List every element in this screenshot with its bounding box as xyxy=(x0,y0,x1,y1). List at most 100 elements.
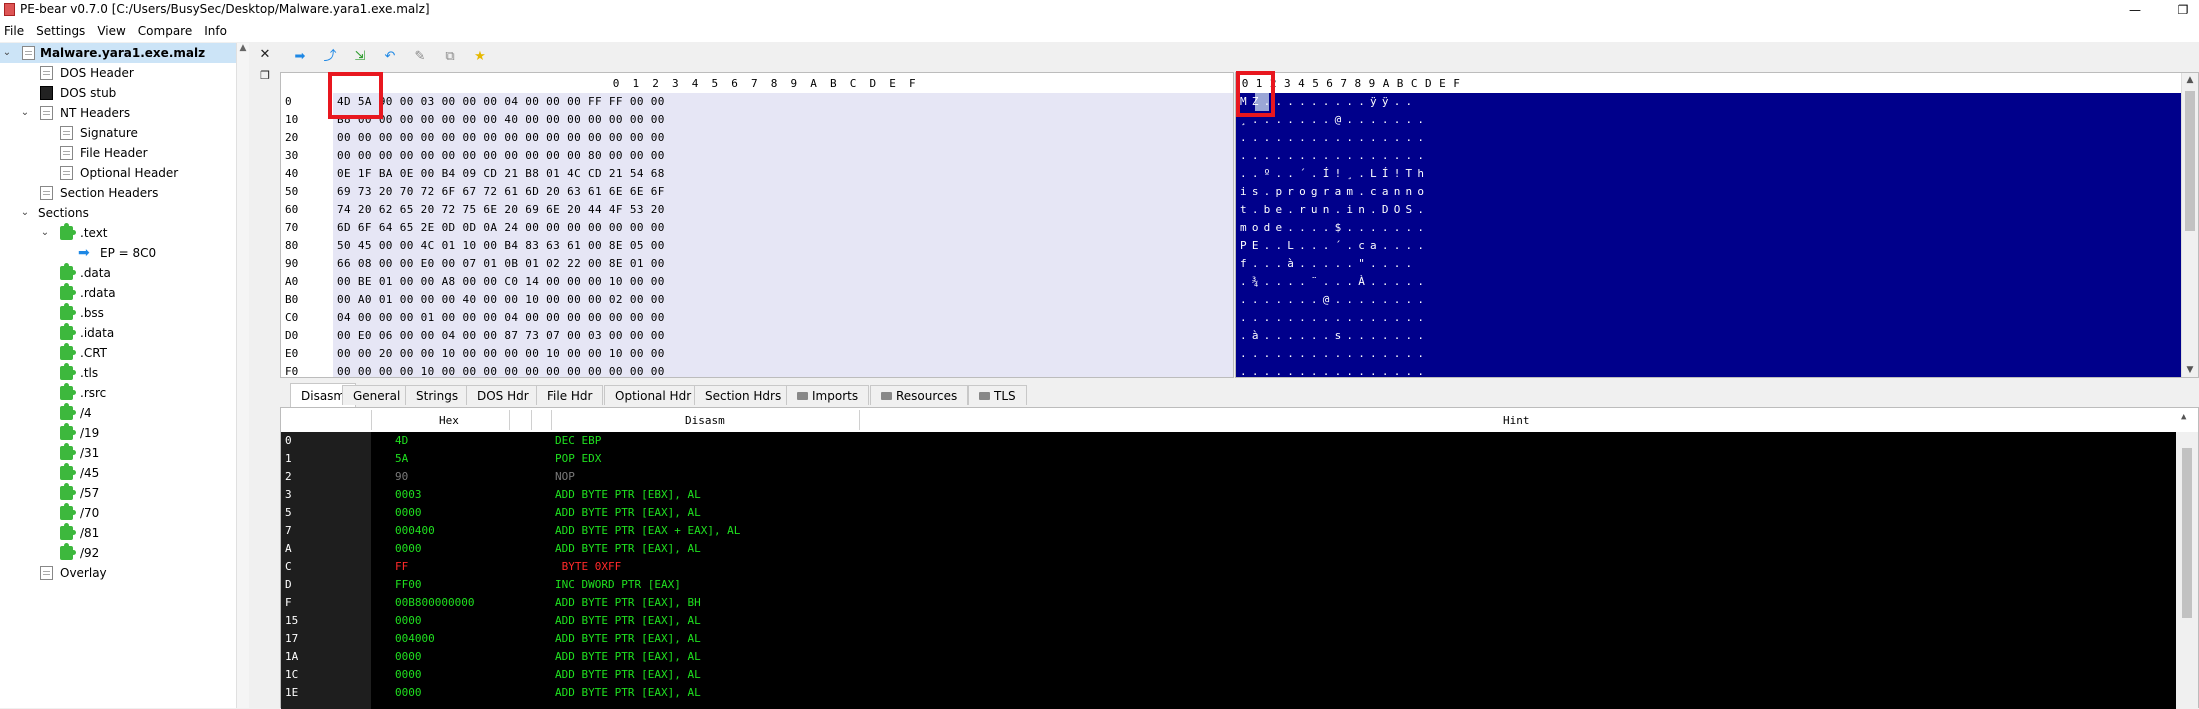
ascii-row[interactable]: ..º..´.Í!¸.LÍ!Th xyxy=(1240,165,1429,183)
disasm-row[interactable]: 1A 0000 ADD BYTE PTR [EAX], AL xyxy=(281,648,2176,666)
float-icon[interactable]: ❐ xyxy=(254,69,276,82)
hex-row-bytes[interactable]: 04 00 00 00 01 00 00 00 04 00 00 00 00 0… xyxy=(337,309,665,327)
disasm-row[interactable]: 7 000400 ADD BYTE PTR [EAX + EAX], AL xyxy=(281,522,2176,540)
tree-item-sections[interactable]: ⌄ Sections xyxy=(0,203,236,223)
tree-item-section-text[interactable]: ⌄ .text xyxy=(0,223,236,243)
ascii-view[interactable]: 0123456789ABCDEF MZ.........ÿÿ.. ¸.......… xyxy=(1235,72,2199,378)
disasm-row[interactable]: F 00B800000000 ADD BYTE PTR [EAX], BH xyxy=(281,594,2176,612)
ascii-row[interactable]: .à......s....... xyxy=(1240,327,1429,345)
disasm-row[interactable]: 3 0003 ADD BYTE PTR [EBX], AL xyxy=(281,486,2176,504)
tree-item-section[interactable]: /31 xyxy=(0,443,236,463)
tree-item-section[interactable]: /45 xyxy=(0,463,236,483)
goto-rva-icon[interactable]: ⇲ xyxy=(352,49,368,65)
goto-entry-icon[interactable]: ⤴ xyxy=(322,49,338,65)
ascii-row[interactable]: PE..L...´.ca.... xyxy=(1240,237,1429,255)
tree-item-section[interactable]: /19 xyxy=(0,423,236,443)
scroll-up-icon[interactable]: ▲ xyxy=(240,43,247,53)
hex-row-bytes[interactable]: 74 20 62 65 20 72 75 6E 20 69 6E 20 44 4… xyxy=(337,201,665,219)
tree-item-dos-stub[interactable]: DOS stub xyxy=(0,83,236,103)
disasm-row[interactable]: D FF00 INC DWORD PTR [EAX] xyxy=(281,576,2176,594)
scroll-thumb[interactable] xyxy=(2185,91,2195,231)
restore-button[interactable]: ❐ xyxy=(2168,0,2198,20)
undo-icon[interactable]: ↶ xyxy=(382,49,398,65)
menu-file[interactable]: File xyxy=(0,20,30,39)
hex-row-bytes[interactable]: 00 A0 01 00 00 00 40 00 00 10 00 00 00 0… xyxy=(337,291,665,309)
tab-general[interactable]: General xyxy=(342,385,412,405)
hex-row-bytes[interactable]: 0E 1F BA 0E 00 B4 09 CD 21 B8 01 4C CD 2… xyxy=(337,165,665,183)
chevron-down-icon[interactable]: ⌄ xyxy=(40,223,50,243)
hex-row-bytes[interactable]: 50 45 00 00 4C 01 10 00 B4 83 63 61 00 8… xyxy=(337,237,665,255)
ascii-row[interactable]: ................ xyxy=(1240,129,1429,147)
tree-item-section[interactable]: .rdata xyxy=(0,283,236,303)
disasm-row[interactable]: 17 004000 ADD BYTE PTR [EAX], AL xyxy=(281,630,2176,648)
ascii-row[interactable]: ................ xyxy=(1240,147,1429,165)
ascii-row[interactable]: .¾....¨...À..... xyxy=(1240,273,1429,291)
tree-item-section[interactable]: .CRT xyxy=(0,343,236,363)
tab-section-hdrs[interactable]: Section Hdrs xyxy=(694,385,793,405)
ascii-row[interactable]: ................ xyxy=(1240,345,1429,363)
tab-imports[interactable]: Imports xyxy=(786,385,870,405)
disasm-body[interactable]: 0 4D DEC EBP 1 5A POP EDX 2 90 NOP 3 0003 ADD BYTE … xyxy=(281,432,2176,709)
ascii-row[interactable]: t.be.run.in.DOS. xyxy=(1240,201,1429,219)
column-header-disasm[interactable]: Disasm xyxy=(685,414,725,427)
hex-row-bytes[interactable]: B8 00 00 00 00 00 00 00 40 00 00 00 00 0… xyxy=(337,111,665,129)
hex-row-bytes[interactable]: 00 00 00 00 10 00 00 00 00 00 00 00 00 0… xyxy=(337,363,665,377)
tree-item-section-headers[interactable]: Section Headers xyxy=(0,183,236,203)
tree-item-section[interactable]: /57 xyxy=(0,483,236,503)
tree-item-overlay[interactable]: Overlay xyxy=(0,563,236,583)
minimize-button[interactable]: — xyxy=(2120,0,2150,20)
hex-row-bytes[interactable]: 00 E0 06 00 00 04 00 00 87 73 07 00 03 0… xyxy=(337,327,665,345)
hex-row-bytes[interactable]: 66 08 00 00 E0 00 07 01 0B 01 02 22 00 8… xyxy=(337,255,665,273)
tree-root[interactable]: ⌄ Malware.yara1.exe.malz xyxy=(0,43,236,63)
tree-item-entry-point[interactable]: ➡ EP = 8C0 xyxy=(0,243,236,263)
scroll-up-icon[interactable]: ▲ xyxy=(2182,75,2198,85)
hex-row-bytes[interactable]: 00 BE 01 00 00 A8 00 00 C0 14 00 00 00 1… xyxy=(337,273,665,291)
disasm-row[interactable]: 0 4D DEC EBP xyxy=(281,432,2176,450)
tab-resources[interactable]: Resources xyxy=(870,385,969,405)
disasm-row[interactable]: 1E 0000 ADD BYTE PTR [EAX], AL xyxy=(281,684,2176,702)
ascii-row[interactable]: is.program.canno xyxy=(1240,183,1429,201)
tree-item-section[interactable]: /4 xyxy=(0,403,236,423)
ascii-row[interactable]: mode....$....... xyxy=(1240,219,1429,237)
hex-row-bytes[interactable]: 6D 6F 64 65 2E 0D 0D 0A 24 00 00 00 00 0… xyxy=(337,219,665,237)
chevron-down-icon[interactable]: ⌄ xyxy=(20,203,30,223)
tree-item-signature[interactable]: Signature xyxy=(0,123,236,143)
tree-item-optional-header[interactable]: Optional Header xyxy=(0,163,236,183)
ascii-row[interactable]: .......@........ xyxy=(1240,291,1429,309)
ascii-row[interactable]: f...à.....".... xyxy=(1240,255,1417,273)
menu-view[interactable]: View xyxy=(91,20,131,39)
tree-item-nt-headers[interactable]: ⌄ NT Headers xyxy=(0,103,236,123)
hex-row-bytes[interactable]: 00 00 00 00 00 00 00 00 00 00 00 00 80 0… xyxy=(337,147,665,165)
hex-row-bytes[interactable]: 69 73 20 70 72 6F 67 72 61 6D 20 63 61 6… xyxy=(337,183,665,201)
star-icon[interactable]: ★ xyxy=(472,49,488,65)
hex-view[interactable]: 0123456789ABCDEF 0 4D 5A 90 00 03 00 00 0… xyxy=(280,72,1234,378)
tab-strings[interactable]: Strings xyxy=(405,385,470,405)
tab-file-hdr[interactable]: File Hdr xyxy=(536,385,604,405)
tree-item-section[interactable]: .idata xyxy=(0,323,236,343)
ascii-row[interactable]: ................ xyxy=(1240,363,1429,377)
tree-item-section[interactable]: .rsrc xyxy=(0,383,236,403)
tree-item-section[interactable]: .bss xyxy=(0,303,236,323)
column-header-hint[interactable]: Hint xyxy=(1503,414,1530,427)
tab-tls[interactable]: TLS xyxy=(968,385,1027,405)
tree-item-dos-header[interactable]: DOS Header xyxy=(0,63,236,83)
tree-item-section[interactable]: /81 xyxy=(0,523,236,543)
tree-item-section[interactable]: /70 xyxy=(0,503,236,523)
menu-compare[interactable]: Compare xyxy=(132,20,198,39)
tree-scrollbar[interactable]: ▲ xyxy=(236,43,249,708)
tree-item-section[interactable]: .tls xyxy=(0,363,236,383)
menu-settings[interactable]: Settings xyxy=(30,20,91,39)
scroll-up-icon[interactable]: ▲ xyxy=(2181,412,2186,422)
disasm-row[interactable]: 5 0000 ADD BYTE PTR [EAX], AL xyxy=(281,504,2176,522)
disasm-row[interactable]: C FF BYTE 0XFF xyxy=(281,558,2176,576)
hex-row-bytes[interactable]: 00 00 20 00 00 10 00 00 00 00 10 00 00 1… xyxy=(337,345,665,363)
copy-icon[interactable]: ⧉ xyxy=(442,49,458,65)
ascii-body[interactable]: MZ.........ÿÿ.. ¸.......@................… xyxy=(1236,93,2182,377)
pin-icon[interactable]: ✎ xyxy=(412,49,428,65)
ascii-scrollbar[interactable]: ▲ ▼ xyxy=(2181,73,2198,377)
hex-body[interactable]: 0 4D 5A 90 00 03 00 00 00 04 00 00 00 FF … xyxy=(281,93,1233,377)
menu-info[interactable]: Info xyxy=(198,20,233,39)
tree-item-section[interactable]: /92 xyxy=(0,543,236,563)
disasm-view[interactable]: Hex Disasm Hint ▲ 0 4D DEC EBP 1 5A POP EDX 2 9… xyxy=(280,407,2199,709)
close-icon[interactable]: ✕ xyxy=(254,47,276,62)
